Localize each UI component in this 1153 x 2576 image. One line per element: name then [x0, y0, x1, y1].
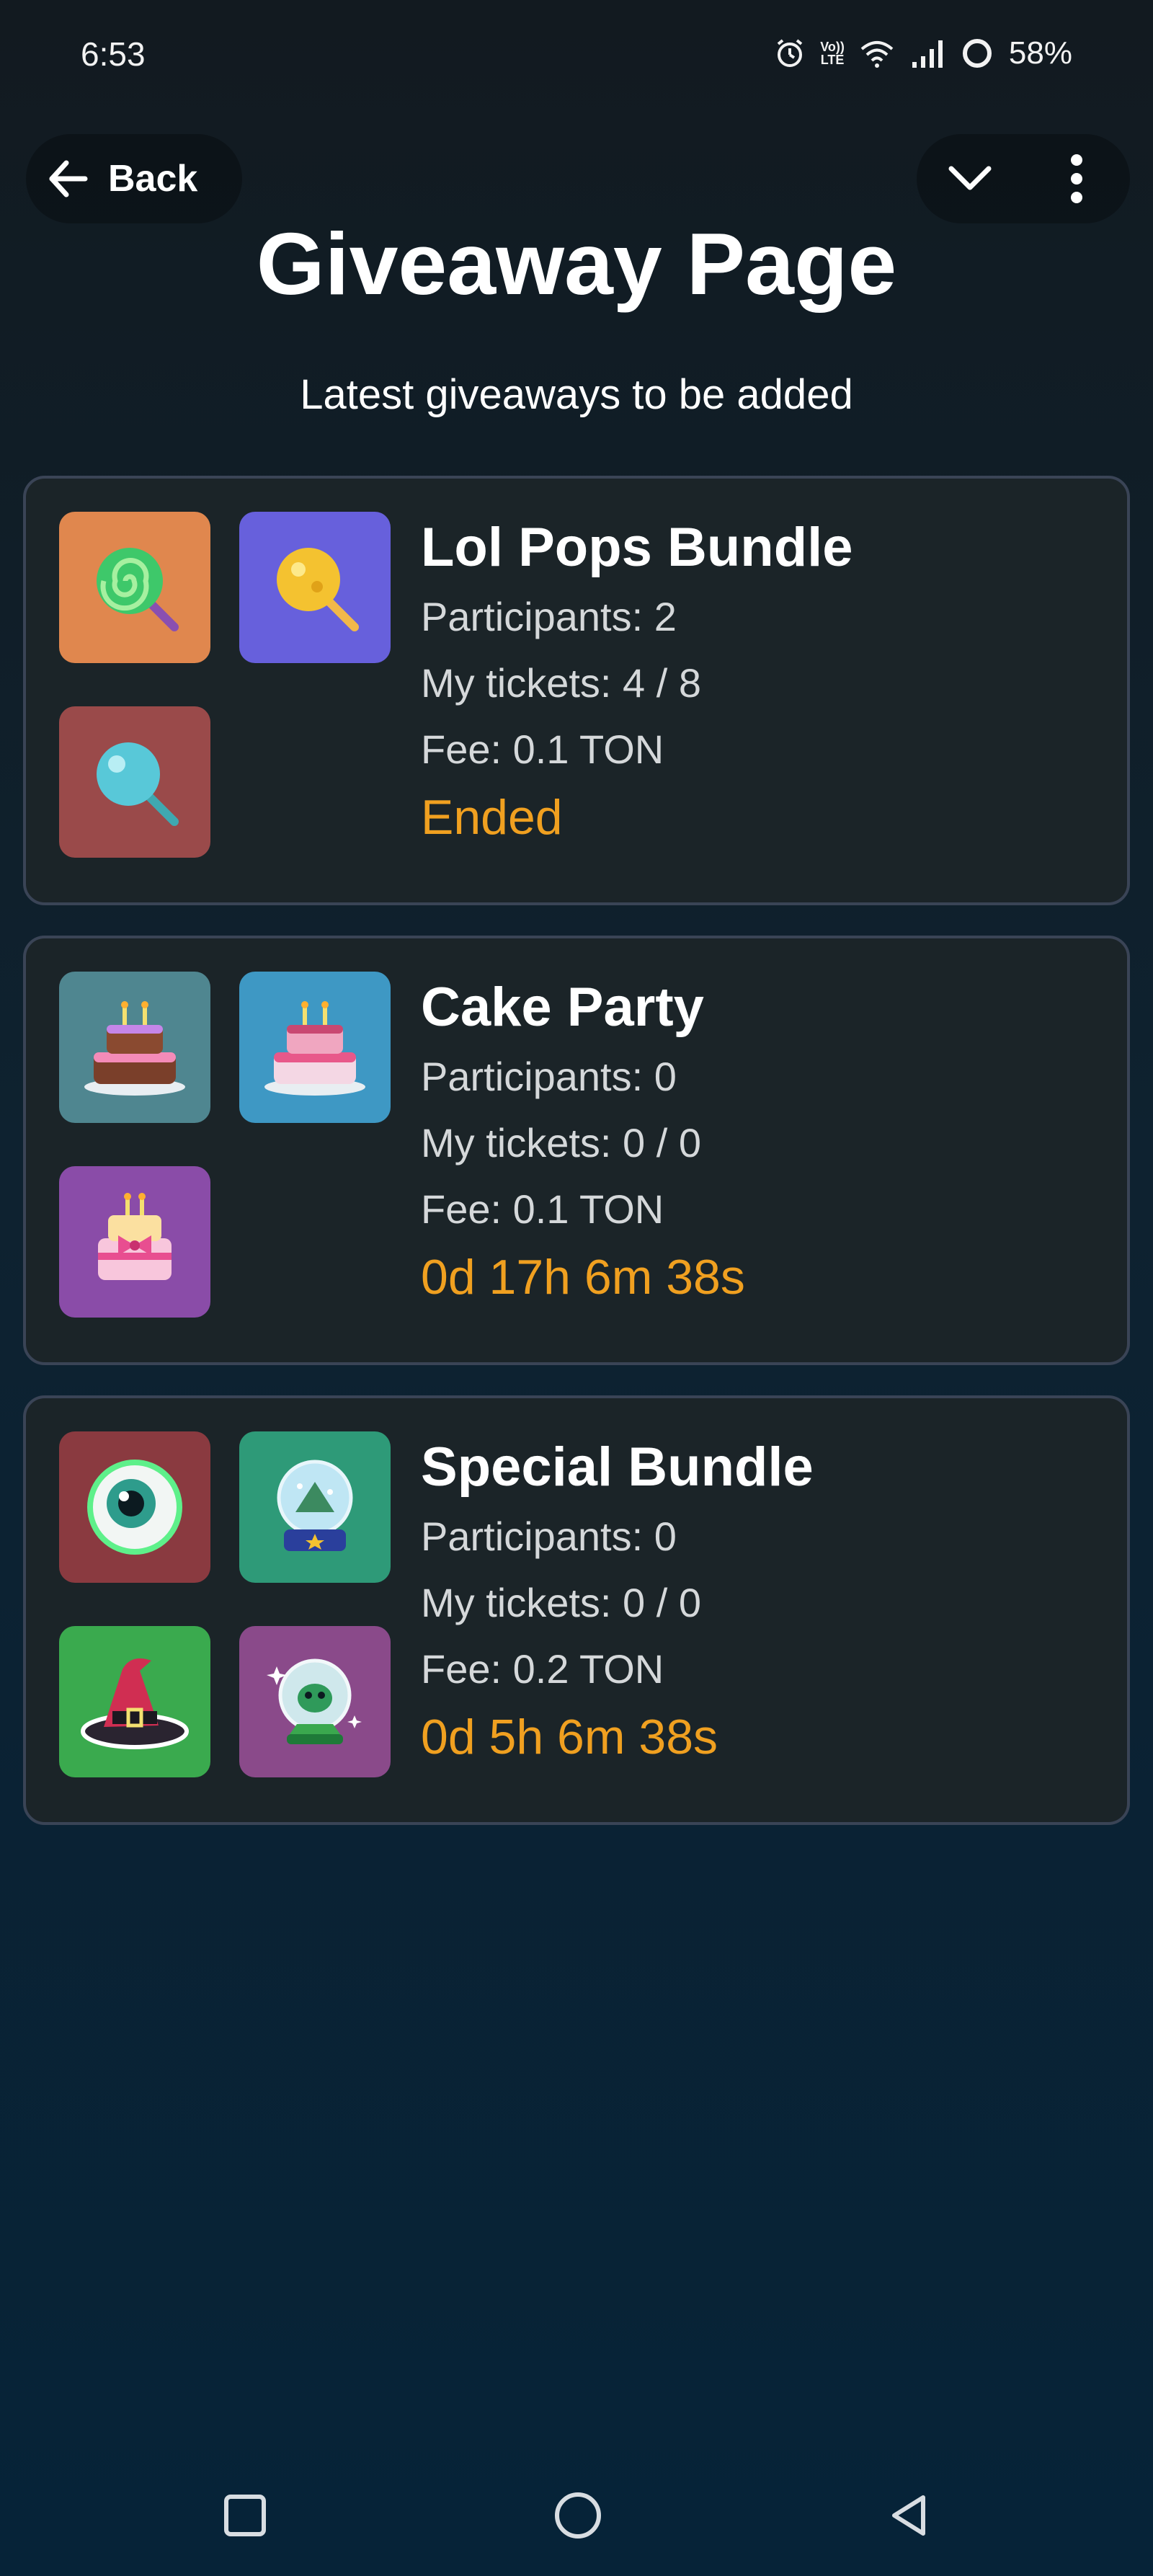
giveaway-info: Cake Party Participants: 0 My tickets: 0…: [421, 972, 1113, 1312]
crystal-ball-icon: [239, 1626, 391, 1777]
giveaway-title: Lol Pops Bundle: [421, 517, 853, 578]
fee: Fee: 0.1 TON: [421, 1186, 664, 1232]
giveaway-status: Ended: [421, 790, 563, 845]
blue-lollipop-icon: [59, 706, 210, 858]
page-subtitle: Latest giveaways to be added: [300, 371, 853, 418]
volte-bottom-label: LTE: [820, 53, 845, 67]
witch-hat-icon: [59, 1626, 210, 1777]
status-bar: 6:53 Vo)) LTE 58%: [0, 0, 1153, 108]
top-right-controls: [917, 134, 1130, 223]
eyeball-icon: [59, 1431, 210, 1583]
giveaway-title: Cake Party: [421, 977, 704, 1038]
my-tickets: My tickets: 0 / 0: [421, 1120, 701, 1165]
home-button[interactable]: [542, 2479, 614, 2551]
status-time: 6:53: [81, 35, 146, 73]
more-vertical-icon: [1068, 153, 1085, 205]
home-circle-icon: [552, 2490, 604, 2541]
golden-lollipop-icon: [239, 512, 391, 663]
signal-icon: [909, 37, 945, 69]
giveaway-countdown: 0d 17h 6m 38s: [421, 1250, 745, 1305]
giveaway-info: Lol Pops Bundle Participants: 2 My ticke…: [421, 512, 1113, 852]
chevron-down-icon: [947, 164, 993, 193]
fee: Fee: 0.1 TON: [421, 727, 664, 772]
back-triangle-icon: [886, 2492, 933, 2539]
my-tickets: My tickets: 0 / 0: [421, 1580, 701, 1625]
fee: Fee: 0.2 TON: [421, 1646, 664, 1692]
alarm-icon: [774, 37, 806, 69]
recents-button[interactable]: [209, 2479, 281, 2551]
my-tickets: My tickets: 4 / 8: [421, 660, 701, 706]
system-navigation-bar: [0, 2451, 1153, 2576]
collapse-button[interactable]: [930, 139, 1010, 218]
gift-cake-icon: [59, 1166, 210, 1318]
participants-count: Participants: 2: [421, 594, 677, 639]
swirl-lollipop-icon: [59, 512, 210, 663]
giveaway-list: Lol Pops Bundle Participants: 2 My ticke…: [23, 476, 1130, 1855]
battery-percentage: 58%: [1008, 35, 1072, 71]
back-button[interactable]: Back: [26, 134, 242, 223]
system-back-button[interactable]: [873, 2479, 945, 2551]
giveaway-title: Special Bundle: [421, 1436, 814, 1498]
recents-square-icon: [222, 2492, 268, 2539]
wifi-icon: [859, 37, 895, 69]
giveaway-countdown: 0d 5h 6m 38s: [421, 1710, 718, 1764]
participants-count: Participants: 0: [421, 1054, 677, 1099]
battery-ring-icon: [960, 36, 994, 71]
arrow-left-icon: [45, 156, 91, 202]
volte-top-label: Vo)): [820, 40, 845, 54]
giveaway-card[interactable]: Cake Party Participants: 0 My tickets: 0…: [23, 936, 1130, 1365]
participants-count: Participants: 0: [421, 1514, 677, 1559]
page-title: Giveaway Page: [256, 215, 897, 313]
giveaway-card[interactable]: Lol Pops Bundle Participants: 2 My ticke…: [23, 476, 1130, 905]
status-icons: Vo)) LTE 58%: [774, 32, 1072, 75]
chocolate-cake-icon: [59, 972, 210, 1123]
giveaway-info: Special Bundle Participants: 0 My ticket…: [421, 1431, 1113, 1772]
more-menu-button[interactable]: [1037, 139, 1116, 218]
volte-icon: Vo)) LTE: [820, 40, 845, 66]
back-label: Back: [108, 158, 198, 200]
pastel-cake-icon: [239, 972, 391, 1123]
snow-globe-icon: [239, 1431, 391, 1583]
giveaway-card[interactable]: Special Bundle Participants: 0 My ticket…: [23, 1395, 1130, 1825]
